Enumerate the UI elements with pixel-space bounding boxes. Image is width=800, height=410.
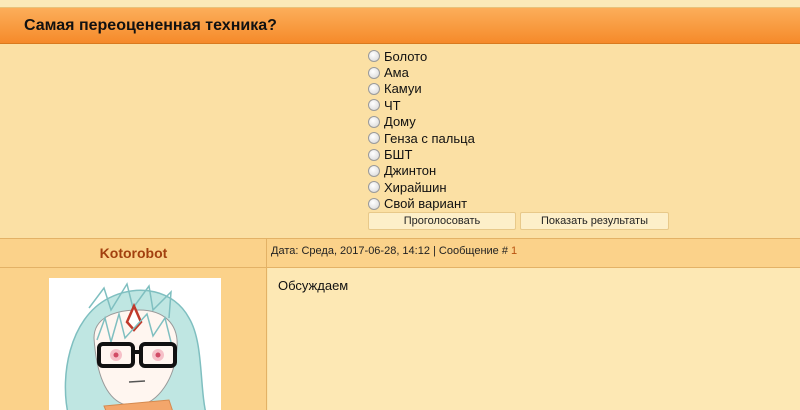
poll-option[interactable]: Хирайшин [368,179,475,195]
poll-option[interactable]: Ама [368,64,475,80]
post-author[interactable]: Kotorobot [0,245,267,261]
top-strip [0,0,800,8]
radio-icon[interactable] [368,197,380,210]
poll-option-label: БШТ [384,147,413,163]
poll-option[interactable]: Дому [368,114,475,130]
poll-option-label: Камуи [384,81,422,97]
radio-icon[interactable] [368,164,380,177]
radio-icon[interactable] [368,132,380,145]
poll-option-label: ЧТ [384,97,401,113]
poll-option[interactable]: БШТ [368,146,475,162]
vote-button[interactable]: Проголосовать [368,212,516,230]
radio-icon[interactable] [368,148,380,161]
poll-option[interactable]: Болото [368,48,475,64]
post-date-text: Дата: Среда, 2017-06-28, 14:12 | Сообщен… [271,245,512,257]
show-results-button[interactable]: Показать результаты [520,212,669,230]
poll-option-label: Джинтон [384,163,437,179]
radio-icon[interactable] [368,99,380,112]
poll-option[interactable]: Джинтон [368,163,475,179]
post-meta: Дата: Среда, 2017-06-28, 14:12 | Сообщен… [271,245,517,257]
poll-options: Болото Ама Камуи ЧТ Дому Генза с пальца … [368,48,475,212]
post-author-cell: Kotorobot [0,238,267,268]
poll-option-label: Свой вариант [384,196,468,212]
radio-icon[interactable] [368,50,380,63]
avatar-image [49,278,221,410]
poll-option-label: Генза с пальца [384,130,475,146]
post-text: Обсуждаем [278,278,349,293]
avatar[interactable] [49,278,221,410]
poll-body: Болото Ама Камуи ЧТ Дому Генза с пальца … [0,44,800,238]
poll-option-label: Дому [384,114,416,130]
message-number-link[interactable]: 1 [511,245,517,257]
poll-option-label: Хирайшин [384,179,447,195]
poll-option-label: Болото [384,48,428,64]
post-content: Обсуждаем [268,268,800,410]
author-sidebar [0,268,267,410]
poll-title: Самая переоцененная техника? [24,17,277,34]
radio-icon[interactable] [368,115,380,128]
poll-option-label: Ама [384,65,409,81]
poll-option[interactable]: Свой вариант [368,196,475,212]
poll-option[interactable]: ЧТ [368,97,475,113]
poll-option[interactable]: Камуи [368,81,475,97]
poll-option[interactable]: Генза с пальца [368,130,475,146]
post-meta-cell: Дата: Среда, 2017-06-28, 14:12 | Сообщен… [267,238,800,268]
radio-icon[interactable] [368,66,380,79]
radio-icon[interactable] [368,181,380,194]
poll-header: Самая переоцененная техника? [0,8,800,44]
radio-icon[interactable] [368,82,380,95]
